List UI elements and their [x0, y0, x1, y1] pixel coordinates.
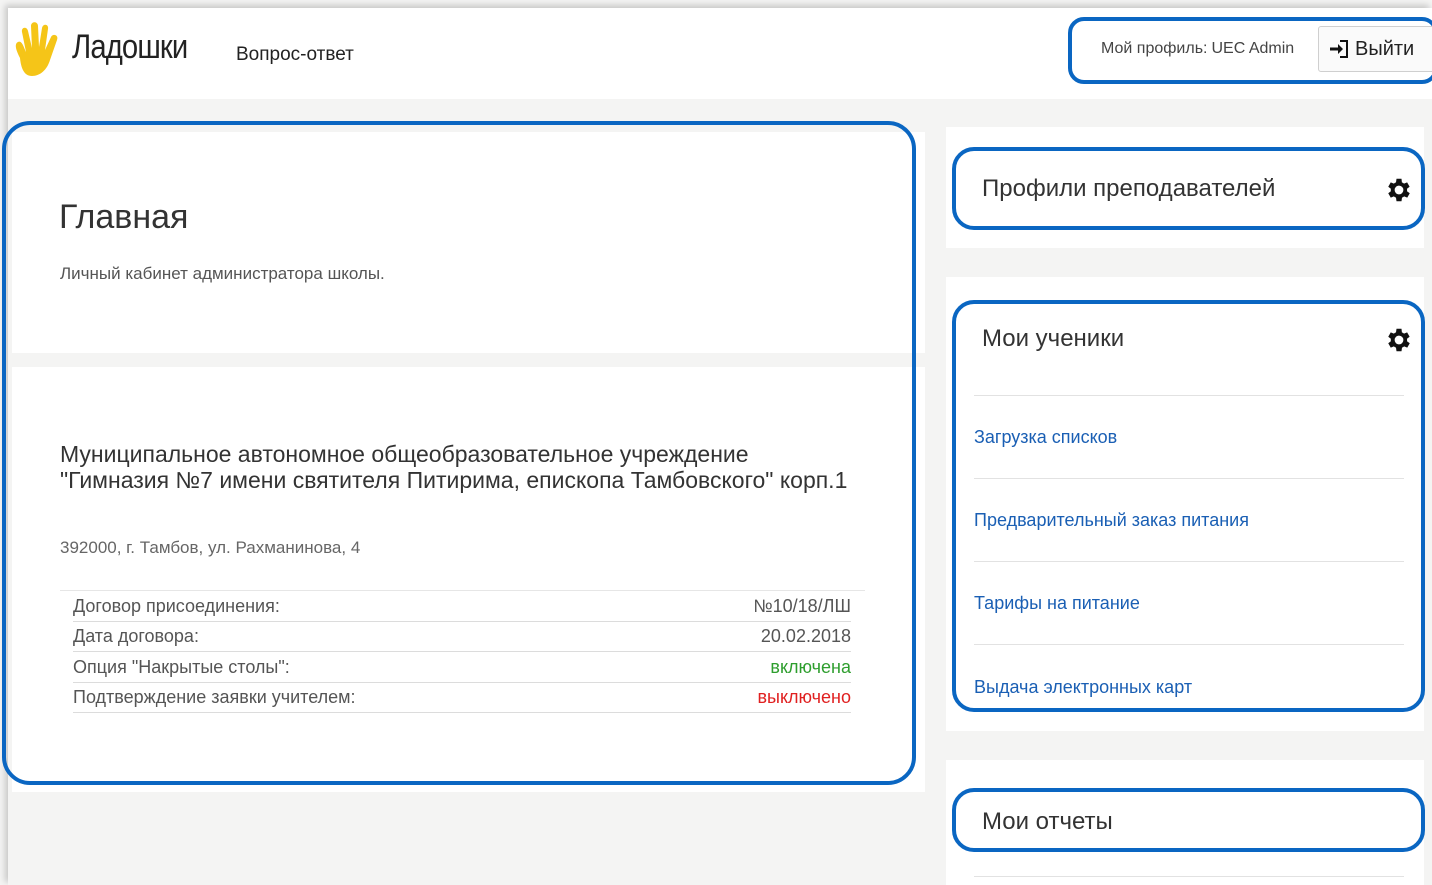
- meal-tariffs-link[interactable]: Тарифы на питание: [974, 593, 1140, 614]
- faq-link[interactable]: Вопрос-ответ: [236, 44, 354, 66]
- info-value: 20.02.2018: [760, 626, 851, 646]
- students-title[interactable]: Мои ученики: [982, 325, 1124, 353]
- profile-label: Мой профиль:: [1101, 40, 1208, 57]
- info-label: Опция "Накрытые столы":: [73, 656, 290, 677]
- profile-info[interactable]: Мой профиль: UEC Admin: [1097, 40, 1294, 58]
- hand-logo-icon: [15, 22, 58, 76]
- logout-label: Выйти: [1355, 37, 1415, 60]
- info-row-contract: Договор присоединения: №10/18/ЛШ: [73, 591, 851, 622]
- gear-icon[interactable]: [1384, 175, 1414, 205]
- divider: [974, 876, 1404, 877]
- profile-user[interactable]: UEC Admin: [1211, 40, 1294, 57]
- school-address: 392000, г. Тамбов, ул. Рахманинова, 4: [60, 538, 361, 557]
- status-disabled: выключено: [757, 687, 851, 707]
- info-row-tables-option: Опция "Накрытые столы": включена: [73, 652, 851, 683]
- divider: [974, 561, 1404, 562]
- teachers-title[interactable]: Профили преподавателей: [982, 175, 1275, 203]
- logout-icon: [1330, 40, 1348, 58]
- info-row-date: Дата договора: 20.02.2018: [73, 622, 851, 652]
- issue-cards-link[interactable]: Выдача электронных карт: [974, 677, 1192, 698]
- school-name: Муниципальное автономное общеобразовател…: [60, 441, 848, 493]
- info-label: Договор присоединения:: [73, 595, 280, 616]
- contract-info-table: Договор присоединения: №10/18/ЛШ Дата до…: [60, 590, 865, 713]
- logo-text[interactable]: Ладошки: [72, 28, 188, 67]
- info-row-teacher-confirm: Подтверждение заявки учителем: выключено: [73, 683, 851, 713]
- info-label: Дата договора:: [73, 626, 199, 646]
- info-value: №10/18/ЛШ: [753, 595, 851, 616]
- reports-title[interactable]: Мои отчеты: [982, 808, 1113, 836]
- upload-lists-link[interactable]: Загрузка списков: [974, 427, 1117, 448]
- page-title: Главная: [59, 198, 189, 236]
- gear-icon[interactable]: [1384, 325, 1414, 355]
- divider: [974, 395, 1404, 396]
- divider: [974, 644, 1404, 645]
- page-subtitle: Личный кабинет администратора школы.: [60, 264, 385, 283]
- preorder-meals-link[interactable]: Предварительный заказ питания: [974, 510, 1249, 531]
- info-label: Подтверждение заявки учителем:: [73, 687, 356, 707]
- students-highlight: [952, 300, 1425, 712]
- status-enabled: включена: [770, 656, 851, 677]
- divider: [974, 478, 1404, 479]
- logout-button[interactable]: Выйти: [1318, 26, 1432, 72]
